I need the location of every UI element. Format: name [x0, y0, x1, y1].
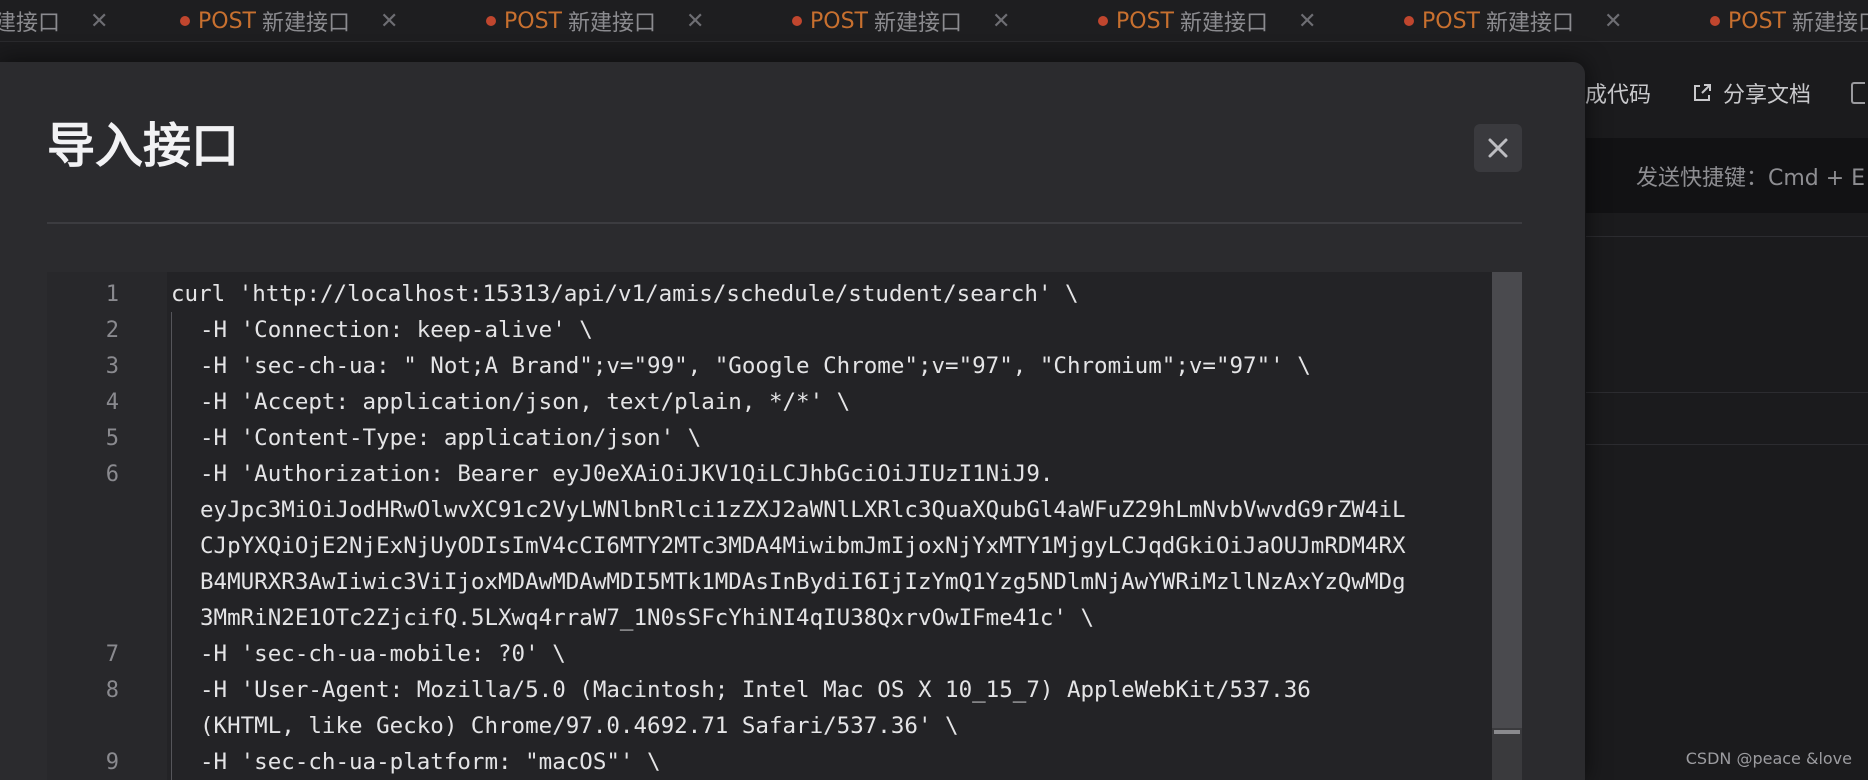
generate-code-button[interactable]: 成代码: [1585, 77, 1651, 109]
code-text: -H 'Authorization: Bearer eyJ0eXAiOiJKV1…: [200, 461, 1054, 487]
tab-name: 新建接口: [1792, 11, 1868, 36]
code-line: 6 -H 'Authorization: Bearer eyJ0eXAiOiJK…: [47, 456, 1492, 492]
request-tab[interactable]: POST 新建接口 ✕: [1404, 0, 1622, 41]
tab-close-icon[interactable]: ✕: [992, 9, 1010, 34]
code-line: 8 -H 'User-Agent: Mozilla/5.0 (Macintosh…: [47, 672, 1492, 708]
divider: [1586, 392, 1868, 393]
request-toolbar: 成代码 分享文档: [1585, 60, 1868, 126]
code-content[interactable]: 1 curl 'http://localhost:15313/api/v1/am…: [47, 272, 1492, 780]
line-number: 4: [105, 389, 119, 415]
line-number: 9: [105, 749, 119, 775]
tab-bar: 建接口 ✕ POST 新建接口 ✕ POST 新建接口 ✕ POST 新建接口 …: [0, 0, 1868, 42]
code-line: 3MmRiN2E1OTc2ZjcifQ.5LXwq4rraW7_1N0sSFcY…: [47, 600, 1492, 636]
import-api-modal: 导入接口 1 curl 'http://localhost:15313/api/…: [0, 62, 1585, 780]
request-tab[interactable]: POST 新建接口 ✕: [1098, 0, 1316, 41]
tab-name: 新建接口: [262, 11, 351, 36]
tab-name: 新建接口: [1486, 11, 1575, 36]
modal-divider: [47, 222, 1522, 224]
close-icon: [1488, 138, 1508, 158]
more-icon[interactable]: [1851, 82, 1866, 104]
request-tab[interactable]: 建接口 ✕: [0, 0, 108, 41]
tab-name: 建接口: [0, 11, 61, 36]
code-line: 4 -H 'Accept: application/json, text/pla…: [47, 384, 1492, 420]
code-line: 5 -H 'Content-Type: application/json' \: [47, 420, 1492, 456]
code-text: -H 'Accept: application/json, text/plain…: [200, 389, 851, 415]
code-line: B4MURXR3AwIiwic3ViIjoxMDAwMDAwMDI5MTk1MD…: [47, 564, 1492, 600]
code-text: -H 'Connection: keep-alive' \: [200, 317, 593, 343]
tab-method: POST: [1728, 8, 1786, 34]
tab-method: POST: [198, 8, 256, 34]
code-text: (KHTML, like Gecko) Chrome/97.0.4692.71 …: [200, 713, 959, 739]
unsaved-dot-icon: [486, 16, 496, 26]
code-text: -H 'sec-ch-ua: " Not;A Brand";v="99", "G…: [200, 353, 1311, 379]
send-shortcut-hint: 发送快捷键：Cmd + E: [1586, 138, 1868, 213]
tab-method: POST: [504, 8, 562, 34]
tab-close-icon[interactable]: ✕: [380, 9, 398, 34]
tab-method: POST: [810, 8, 868, 34]
line-number: 6: [105, 461, 119, 487]
code-text: 3MmRiN2E1OTc2ZjcifQ.5LXwq4rraW7_1N0sSFcY…: [200, 605, 1095, 631]
code-text: curl 'http://localhost:15313/api/v1/amis…: [171, 281, 1079, 307]
tab-method: POST: [1422, 8, 1480, 34]
tab-name: 新建接口: [874, 11, 963, 36]
tab-close-icon[interactable]: ✕: [1298, 9, 1316, 34]
code-line: 1 curl 'http://localhost:15313/api/v1/am…: [47, 276, 1492, 312]
tab-close-icon[interactable]: ✕: [686, 9, 704, 34]
code-line: (KHTML, like Gecko) Chrome/97.0.4692.71 …: [47, 708, 1492, 744]
unsaved-dot-icon: [1098, 16, 1108, 26]
tab-close-icon[interactable]: ✕: [1604, 9, 1622, 34]
modal-title: 导入接口: [47, 118, 240, 174]
code-text: B4MURXR3AwIiwic3ViIjoxMDAwMDAwMDI5MTk1MD…: [200, 569, 1406, 595]
code-text: eyJpc3MiOiJodHRwOlwvXC91c2VyLWNlbnRlci1z…: [200, 497, 1406, 523]
send-shortcut-text: 发送快捷键：Cmd + E: [1636, 165, 1866, 191]
modal-close-button[interactable]: [1474, 124, 1522, 172]
share-doc-button[interactable]: 分享文档: [1723, 77, 1811, 109]
line-number: 7: [105, 641, 119, 667]
editor-scrollbar-thumb[interactable]: [1492, 272, 1522, 728]
request-tab[interactable]: POST 新建接口 ✕: [792, 0, 1010, 41]
share-icon: [1694, 84, 1712, 101]
scrollbar-marker: [1494, 730, 1520, 734]
line-number: 3: [105, 353, 119, 379]
tab-close-icon[interactable]: ✕: [90, 9, 108, 34]
tab-method: POST: [1116, 8, 1174, 34]
code-text: -H 'Content-Type: application/json' \: [200, 425, 702, 451]
code-editor[interactable]: 1 curl 'http://localhost:15313/api/v1/am…: [47, 272, 1522, 780]
line-number: 2: [105, 317, 119, 343]
code-line: eyJpc3MiOiJodHRwOlwvXC91c2VyLWNlbnRlci1z…: [47, 492, 1492, 528]
watermark: CSDN @peace &love: [1685, 749, 1852, 768]
request-tab[interactable]: POST 新建接口: [1710, 0, 1868, 41]
code-line: CJpYXQiOjE2NjExNjUyODIsImV4cCI6MTY2MTc3M…: [47, 528, 1492, 564]
code-text: CJpYXQiOjE2NjExNjUyODIsImV4cCI6MTY2MTc3M…: [200, 533, 1406, 559]
request-tab[interactable]: POST 新建接口 ✕: [486, 0, 704, 41]
line-number: 8: [105, 677, 119, 703]
unsaved-dot-icon: [1404, 16, 1414, 26]
code-text: -H 'sec-ch-ua-mobile: ?0' \: [200, 641, 566, 667]
request-tab[interactable]: POST 新建接口 ✕: [180, 0, 398, 41]
code-text: -H 'sec-ch-ua-platform: "macOS"' \: [200, 749, 661, 775]
divider: [1586, 444, 1868, 445]
divider: [1586, 236, 1868, 237]
code-line: 2 -H 'Connection: keep-alive' \: [47, 312, 1492, 348]
code-line: 7 -H 'sec-ch-ua-mobile: ?0' \: [47, 636, 1492, 672]
tab-name: 新建接口: [1180, 11, 1269, 36]
tab-name: 新建接口: [568, 11, 657, 36]
code-line: 3 -H 'sec-ch-ua: " Not;A Brand";v="99", …: [47, 348, 1492, 384]
line-number: 5: [105, 425, 119, 451]
code-line: 9 -H 'sec-ch-ua-platform: "macOS"' \: [47, 744, 1492, 780]
unsaved-dot-icon: [1710, 16, 1720, 26]
line-number: 1: [105, 281, 119, 307]
unsaved-dot-icon: [180, 16, 190, 26]
code-text: -H 'User-Agent: Mozilla/5.0 (Macintosh; …: [200, 677, 1311, 703]
unsaved-dot-icon: [792, 16, 802, 26]
